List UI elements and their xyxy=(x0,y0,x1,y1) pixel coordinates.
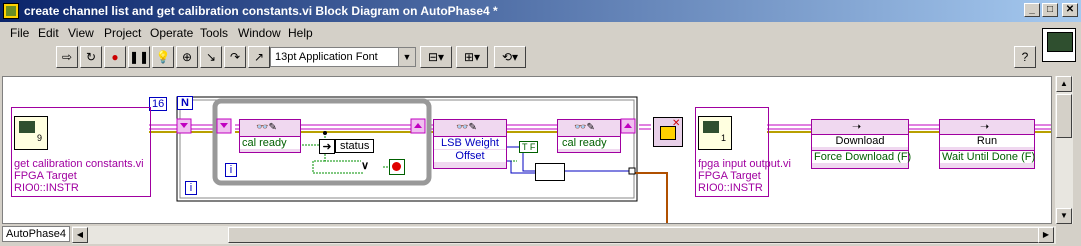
wait-until-done-param: Wait Until Done (F) xyxy=(940,150,1036,163)
subvi-name: fpga input output.vi xyxy=(698,158,791,170)
menu-project[interactable]: Project xyxy=(104,26,141,40)
lsb-weight-label: LSB Weight xyxy=(434,136,506,149)
invoke-arrow-icon: ➝ xyxy=(852,121,862,133)
menu-view[interactable]: View xyxy=(68,26,94,40)
close-reference-node[interactable]: ✕ xyxy=(653,117,683,147)
run-continuously-icon[interactable]: ↻ xyxy=(80,46,102,68)
menu-edit[interactable]: Edit xyxy=(38,26,59,40)
close-icon: ✕ xyxy=(672,118,681,129)
menu-operate[interactable]: Operate xyxy=(150,26,193,40)
run-title: Run xyxy=(940,134,1034,147)
window-title: create channel list and get calibration … xyxy=(24,4,498,18)
step-into-icon[interactable]: ↘ xyxy=(200,46,222,68)
scroll-up-icon[interactable]: ▲ xyxy=(1056,76,1072,92)
glasses-icon: 👓✎ xyxy=(574,122,595,133)
invoke-node-run[interactable]: ➝ Run Wait Until Done (F) xyxy=(939,119,1035,169)
menu-bar: File Edit View Project Operate Tools Win… xyxy=(0,24,1040,42)
menu-window[interactable]: Window xyxy=(238,26,281,40)
title-bar: create channel list and get calibration … xyxy=(0,0,1081,22)
scroll-right-icon[interactable]: ▶ xyxy=(1038,227,1054,243)
maximize-button[interactable]: □ xyxy=(1042,3,1058,17)
monitor-icon xyxy=(19,121,35,133)
scroll-left-icon[interactable]: ◀ xyxy=(72,227,88,243)
menu-help[interactable]: Help xyxy=(288,26,313,40)
download-title: Download xyxy=(812,134,908,147)
invoke-node-download[interactable]: ➝ Download Force Download (F) xyxy=(811,119,912,169)
stop-terminal[interactable] xyxy=(389,159,405,175)
subvi-icon-number: 9 xyxy=(37,133,43,143)
reorder-icon[interactable]: ⟲▾ xyxy=(494,46,526,68)
subvi-get-calibration[interactable]: 9 get calibration constants.vi FPGA Targ… xyxy=(11,107,151,197)
menu-tools[interactable]: Tools xyxy=(200,26,228,40)
glasses-icon: 👓✎ xyxy=(256,122,277,133)
subvi-fpga-io[interactable]: 1 fpga input output.vi FPGA Target RIO0:… xyxy=(695,107,791,197)
scroll-thumb-horizontal[interactable] xyxy=(228,227,1048,243)
highlight-execution-icon[interactable]: 💡 xyxy=(152,46,174,68)
close-button[interactable]: ✕ xyxy=(1062,3,1078,17)
monitor-icon xyxy=(703,121,719,133)
bundle-node[interactable] xyxy=(535,163,565,181)
read-node-calibration[interactable]: 👓✎ LSB Weight Offset xyxy=(433,119,507,169)
scroll-down-icon[interactable]: ▼ xyxy=(1056,208,1072,224)
vertical-scrollbar[interactable]: ▲ ▼ xyxy=(1055,76,1073,224)
distribute-objects-icon[interactable]: ⊞▾ xyxy=(456,46,488,68)
subvi-name: get calibration constants.vi xyxy=(14,158,144,170)
step-over-icon[interactable]: ↷ xyxy=(224,46,246,68)
loop-count-constant[interactable]: 16 xyxy=(149,97,168,111)
offset-label: Offset xyxy=(434,150,506,162)
step-out-icon[interactable]: ↗ xyxy=(248,46,270,68)
iteration-terminal-outer[interactable]: i xyxy=(185,181,197,195)
toolbar: ⇨ ↻ ● ❚❚ 💡 ⊕ ↘ ↷ ↗ 13pt Application Font… xyxy=(0,44,1040,72)
monitor-icon xyxy=(1047,32,1073,52)
stop-icon xyxy=(392,162,401,171)
help-button[interactable]: ? xyxy=(1014,46,1036,68)
cal-ready-write-label: cal ready xyxy=(558,136,620,149)
chevron-down-icon[interactable]: ▼ xyxy=(398,48,415,66)
vi-icon[interactable] xyxy=(1042,28,1076,62)
status-label: status xyxy=(335,139,375,153)
abort-icon[interactable]: ● xyxy=(104,46,126,68)
glasses-icon: 👓✎ xyxy=(456,122,477,133)
horizontal-scrollbar[interactable]: ◀ ▶ xyxy=(72,226,1056,244)
retain-wire-values-icon[interactable]: ⊕ xyxy=(176,46,198,68)
or-gate-icon: ∨ xyxy=(361,160,370,172)
write-node-cal-ready[interactable]: 👓✎ cal ready xyxy=(557,119,621,153)
align-objects-icon[interactable]: ⊟▾ xyxy=(420,46,452,68)
true-constant[interactable]: T F xyxy=(519,141,539,153)
subvi-icon: 9 xyxy=(14,116,48,150)
subvi-resource: RIO0::INSTR xyxy=(14,182,79,194)
subvi-target: FPGA Target xyxy=(14,170,77,182)
scroll-thumb-vertical[interactable] xyxy=(1056,94,1072,138)
unbundle-icon: ➜ xyxy=(319,139,335,154)
block-diagram[interactable]: 16 N i i 9 get calibration constants.vi … xyxy=(2,76,1052,224)
loop-count-terminal[interactable]: N xyxy=(177,96,193,110)
invoke-arrow-icon: ➝ xyxy=(980,121,990,133)
pause-icon[interactable]: ❚❚ xyxy=(128,46,150,68)
font-select-value: 13pt Application Font xyxy=(275,51,378,63)
subvi-icon-number: 1 xyxy=(721,133,727,143)
run-arrow-icon[interactable]: ⇨ xyxy=(56,46,78,68)
subvi-target: FPGA Target xyxy=(698,170,761,182)
minimize-button[interactable]: _ xyxy=(1024,3,1040,17)
subvi-icon: 1 xyxy=(698,116,732,150)
cal-ready-label: cal ready xyxy=(240,136,300,149)
menu-file[interactable]: File xyxy=(10,26,29,40)
labview-app-icon[interactable] xyxy=(3,3,19,19)
read-node-cal-ready[interactable]: 👓✎ cal ready xyxy=(239,119,301,153)
iteration-terminal-inner[interactable]: i xyxy=(225,163,237,177)
font-select[interactable]: 13pt Application Font ▼ xyxy=(270,47,416,67)
target-indicator[interactable]: AutoPhase4 xyxy=(2,226,70,242)
subvi-resource: RIO0::INSTR xyxy=(698,182,763,194)
force-download-param: Force Download (F) xyxy=(812,150,912,163)
